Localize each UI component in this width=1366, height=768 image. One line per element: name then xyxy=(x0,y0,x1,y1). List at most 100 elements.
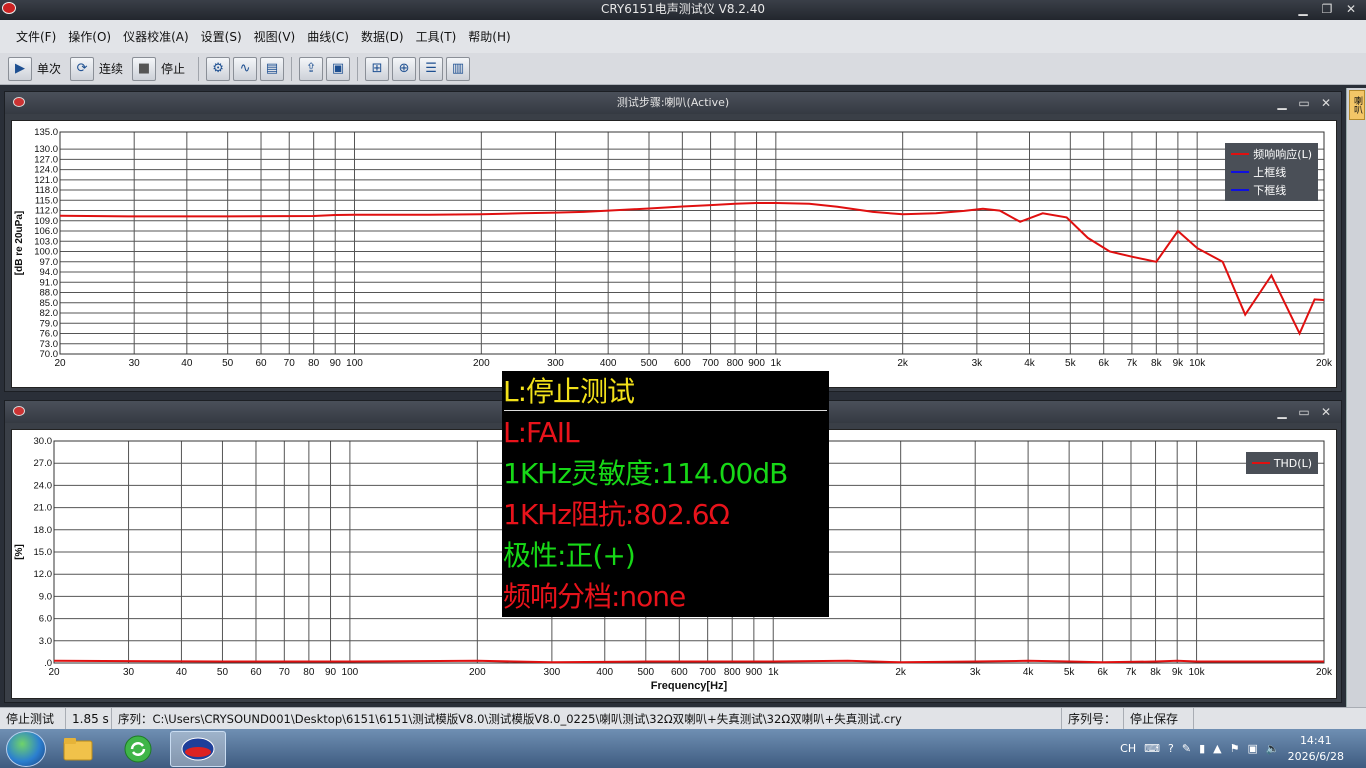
chart-legend: THD(L) xyxy=(1245,452,1318,474)
app-logo-icon xyxy=(2,2,16,14)
close-icon[interactable]: ✕ xyxy=(1319,92,1333,114)
x-tick-label: 50 xyxy=(217,667,229,678)
frequency-response-panel: 测试步骤:喇叭(Active) ▁ ▭ ✕ 20 30 40 50 60 70 80 90 10… xyxy=(4,91,1342,392)
x-tick-label: 5k xyxy=(1064,667,1076,678)
y-tick-label: 3.0 xyxy=(39,636,52,647)
stop-icon[interactable]: ■ xyxy=(132,56,157,81)
sensitivity-value: 1KHz灵敏度:114.00dB xyxy=(503,457,788,490)
system-tray: CH ⌨ ? ✎ ▮ ▲ ⚑ ▣ 🔈 14:41 2026/6/28 xyxy=(1120,729,1366,768)
x-tick-label: 1k xyxy=(768,667,780,678)
close-icon[interactable]: ✕ xyxy=(1342,0,1360,18)
clock-time: 14:41 xyxy=(1299,733,1332,747)
x-tick-label: 900 xyxy=(748,358,765,369)
stop-button-label[interactable]: 停止 xyxy=(161,60,185,77)
x-tick-label: 800 xyxy=(727,358,744,369)
add-chart-icon[interactable]: ⊕ xyxy=(392,56,417,81)
vertical-layout-icon[interactable]: ▥ xyxy=(446,56,471,81)
maximize-icon[interactable]: ▭ xyxy=(1297,401,1311,423)
save-icon[interactable]: ▣ xyxy=(326,56,351,81)
status-state: 停止测试 xyxy=(0,707,66,730)
volume-icon[interactable]: 🔈 xyxy=(1266,742,1280,755)
x-tick-label: 30 xyxy=(129,358,141,369)
pen-icon[interactable]: ✎ xyxy=(1182,742,1191,755)
y-tick-label: 103.0 xyxy=(34,236,58,247)
refresh-app-task[interactable] xyxy=(110,731,166,767)
x-tick-label: 7k xyxy=(1126,667,1138,678)
network-icon[interactable]: ▣ xyxy=(1247,742,1257,755)
legend-item: THD(L) xyxy=(1251,454,1312,472)
chevron-up-icon[interactable]: ▲ xyxy=(1213,742,1221,755)
x-tick-label: 60 xyxy=(255,358,267,369)
speaker-tab[interactable]: 喇叭 xyxy=(1349,90,1365,120)
legend-label: THD(L) xyxy=(1273,456,1312,470)
document-icon[interactable]: ▤ xyxy=(260,56,285,81)
menu-tools[interactable]: 工具(T) xyxy=(410,28,463,45)
y-tick-label: 124.0 xyxy=(34,165,58,176)
export-icon[interactable]: ⇪ xyxy=(299,56,324,81)
x-tick-label: 2k xyxy=(895,667,907,678)
status-serial-label: 序列号： xyxy=(1062,707,1124,730)
close-icon[interactable]: ✕ xyxy=(1319,401,1333,423)
maximize-icon[interactable]: ▭ xyxy=(1297,92,1311,114)
minimize-icon[interactable]: ▁ xyxy=(1275,92,1289,114)
minimize-icon[interactable]: ▁ xyxy=(1294,0,1312,18)
toolbar-separator xyxy=(291,56,293,81)
panel-title: 测试步骤:喇叭(Active) xyxy=(616,96,730,109)
menu-data[interactable]: 数据(D) xyxy=(355,28,410,45)
chart-legend: 频响响应(L) 上框线 下框线 xyxy=(1225,143,1318,201)
restore-icon[interactable]: ❐ xyxy=(1318,0,1336,18)
crysound-app-task[interactable] xyxy=(170,730,226,767)
settings-grid-icon[interactable]: ⚙ xyxy=(206,56,231,81)
add-window-icon[interactable]: ⊞ xyxy=(365,56,390,81)
loop-icon[interactable]: ⟳ xyxy=(70,56,95,81)
input-language[interactable]: CH xyxy=(1120,742,1136,755)
x-tick-label: 20k xyxy=(1316,358,1333,369)
frequency-response-chart: 20 30 40 50 60 70 80 90 100 200 300 400 500 600 700 800… xyxy=(14,127,1333,369)
window-titlebar: CRY6151电声测试仪 V8.2.40 ▁ ❐ ✕ xyxy=(0,0,1366,20)
x-tick-label: 5k xyxy=(1065,358,1077,369)
impedance-value: 1KHz阻抗:802.6Ω xyxy=(503,498,730,531)
y-tick-label: 9.0 xyxy=(39,591,52,602)
horizontal-layout-icon[interactable]: ☰ xyxy=(419,56,444,81)
legend-swatch xyxy=(1231,153,1250,155)
help-icon[interactable]: ? xyxy=(1168,742,1174,755)
y-tick-label: 121.0 xyxy=(34,175,58,186)
x-tick-label: 80 xyxy=(303,667,315,678)
x-tick-label: 3k xyxy=(970,667,982,678)
continuous-button-label[interactable]: 连续 xyxy=(99,60,123,77)
x-tick-label: 400 xyxy=(600,358,617,369)
menu-view[interactable]: 视图(V) xyxy=(248,28,302,45)
minimize-icon[interactable]: ▁ xyxy=(1275,401,1289,423)
y-tick-label: 100.0 xyxy=(34,247,58,258)
keyboard-icon[interactable]: ⌨ xyxy=(1144,742,1160,755)
battery-icon[interactable]: ▮ xyxy=(1199,742,1205,755)
curve-icon[interactable]: ∿ xyxy=(233,56,258,81)
toolbar-separator xyxy=(198,56,200,81)
menu-bar: 文件(F) 操作(O) 仪器校准(A) 设置(S) 视图(V) 曲线(C) 数据… xyxy=(0,20,1366,53)
panel-logo-icon xyxy=(13,406,25,416)
x-tick-label: 200 xyxy=(469,667,486,678)
test-result-overlay: L:停止测试 L:FAIL 1KHz灵敏度:114.00dB 1KHz阻抗:80… xyxy=(502,371,829,617)
file-explorer-task[interactable] xyxy=(50,731,106,767)
menu-settings[interactable]: 设置(S) xyxy=(195,28,248,45)
menu-file[interactable]: 文件(F) xyxy=(10,28,62,45)
x-tick-label: 700 xyxy=(702,358,719,369)
menu-curve[interactable]: 曲线(C) xyxy=(301,28,355,45)
crysound-logo-icon xyxy=(181,737,215,760)
y-tick-label: 106.0 xyxy=(34,226,58,237)
x-tick-label: 7k xyxy=(1127,358,1139,369)
menu-help[interactable]: 帮助(H) xyxy=(462,28,516,45)
y-tick-label: 76.0 xyxy=(40,329,59,340)
y-tick-label: 15.0 xyxy=(34,547,53,558)
menu-calibration[interactable]: 仪器校准(A) xyxy=(117,28,195,45)
play-icon[interactable]: ▶ xyxy=(8,56,32,81)
x-tick-label: 100 xyxy=(346,358,363,369)
series-line xyxy=(53,659,1324,664)
flag-icon[interactable]: ⚑ xyxy=(1230,742,1240,755)
x-tick-label: 300 xyxy=(544,667,561,678)
x-tick-label: 1k xyxy=(771,358,783,369)
clock[interactable]: 14:41 2026/6/28 xyxy=(1288,733,1344,765)
start-button[interactable] xyxy=(6,730,46,767)
single-button-label[interactable]: 单次 xyxy=(37,60,61,77)
menu-operate[interactable]: 操作(O) xyxy=(62,28,117,45)
